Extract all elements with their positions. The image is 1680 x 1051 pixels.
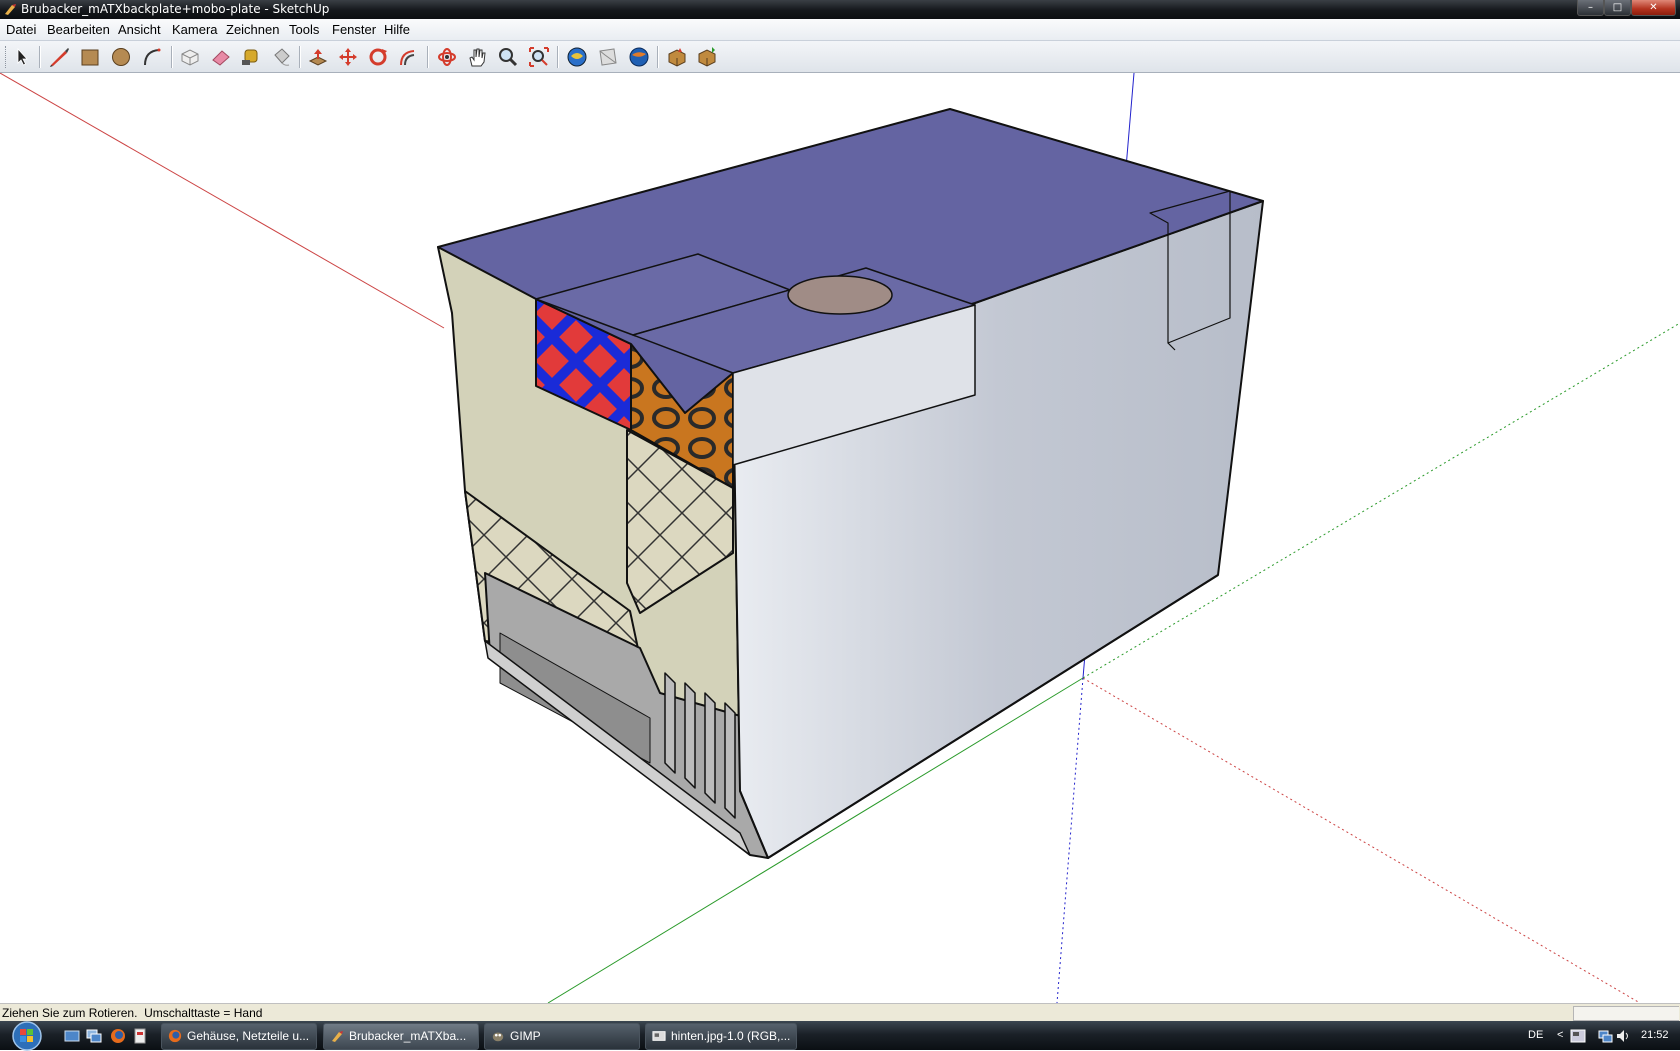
- menu-kamera[interactable]: Kamera: [172, 22, 218, 37]
- task-label: GIMP: [510, 1029, 541, 1043]
- menu-hilfe[interactable]: Hilfe: [384, 22, 410, 37]
- measurements-box[interactable]: [1573, 1006, 1679, 1021]
- toolbar-separator: [299, 46, 301, 68]
- arc-tool-icon[interactable]: [139, 44, 165, 70]
- firefox-icon: [168, 1029, 182, 1043]
- previous-view-icon[interactable]: [564, 44, 590, 70]
- tray-expand-icon[interactable]: <: [1557, 1029, 1563, 1041]
- menu-datei[interactable]: Datei: [6, 22, 36, 37]
- task-gimp-image[interactable]: hinten.jpg-1.0 (RGB,...: [645, 1023, 797, 1050]
- red-axis: [0, 73, 445, 329]
- firefox-icon[interactable]: [110, 1028, 126, 1044]
- task-firefox[interactable]: Gehäuse, Netzteile u...: [161, 1023, 317, 1050]
- zoom-extents-icon[interactable]: [526, 44, 552, 70]
- task-sketchup[interactable]: Brubacker_mATXba...: [323, 1023, 479, 1050]
- make-component-icon[interactable]: [177, 44, 203, 70]
- offset-tool-icon[interactable]: [395, 44, 421, 70]
- eraser-tool-icon[interactable]: [208, 44, 234, 70]
- language-indicator[interactable]: DE: [1528, 1029, 1543, 1041]
- system-tray: DE < 21:52: [1525, 1021, 1680, 1050]
- line-tool-icon[interactable]: [46, 44, 72, 70]
- start-button-icon[interactable]: [6, 1021, 48, 1051]
- menu-bar: Datei Bearbeiten Ansicht Kamera Zeichnen…: [0, 19, 1680, 41]
- push-pull-icon[interactable]: [305, 44, 331, 70]
- image-window-icon: [652, 1031, 666, 1041]
- toolbar-separator: [427, 46, 429, 68]
- minimize-button[interactable]: –: [1577, 0, 1604, 16]
- status-text: Ziehen Sie zum Rotieren. Umschalttaste =…: [2, 1006, 263, 1020]
- computer-case-model[interactable]: [437, 108, 1264, 859]
- toolbar-separator: [171, 46, 173, 68]
- orbit-tool-icon[interactable]: [434, 44, 460, 70]
- zoom-tool-icon[interactable]: [495, 44, 521, 70]
- tray-window-icon[interactable]: [1570, 1029, 1586, 1043]
- task-label: Gehäuse, Netzteile u...: [187, 1029, 310, 1043]
- taskbar: Gehäuse, Netzteile u... Brubacker_mATXba…: [0, 1021, 1680, 1051]
- red-axis-negative: [1082, 677, 1641, 1003]
- get-models-icon[interactable]: [664, 44, 690, 70]
- circle-tool-icon[interactable]: [108, 44, 134, 70]
- task-label: hinten.jpg-1.0 (RGB,...: [671, 1029, 791, 1043]
- drawing-viewport[interactable]: [0, 73, 1680, 1003]
- menu-tools[interactable]: Tools: [289, 22, 319, 37]
- pan-tool-icon[interactable]: [464, 44, 490, 70]
- paint-bucket-icon[interactable]: [268, 44, 294, 70]
- google-earth-icon[interactable]: [626, 44, 652, 70]
- rectangle-tool-icon[interactable]: [77, 44, 103, 70]
- toolbar-separator: [39, 46, 41, 68]
- move-tool-icon[interactable]: [335, 44, 361, 70]
- rotate-tool-icon[interactable]: [365, 44, 391, 70]
- share-model-icon[interactable]: [694, 44, 720, 70]
- clock[interactable]: 21:52: [1641, 1029, 1669, 1041]
- network-icon[interactable]: [1597, 1029, 1613, 1043]
- menu-ansicht[interactable]: Ansicht: [118, 22, 161, 37]
- gimp-icon: [492, 1032, 504, 1042]
- volume-icon[interactable]: [1616, 1029, 1630, 1043]
- window-title: Brubacker_mATXbackplate+mobo-plate - Ske…: [21, 2, 330, 16]
- maximize-button[interactable]: □: [1604, 0, 1631, 16]
- close-button[interactable]: ✕: [1631, 0, 1676, 16]
- next-view-icon[interactable]: [595, 44, 621, 70]
- menu-bearbeiten[interactable]: Bearbeiten: [47, 22, 110, 37]
- blue-axis-negative: [1056, 677, 1084, 1003]
- status-bar: Ziehen Sie zum Rotieren. Umschalttaste =…: [0, 1003, 1680, 1022]
- tape-measure-icon[interactable]: [238, 44, 264, 70]
- title-bar: Brubacker_mATXbackplate+mobo-plate - Ske…: [0, 0, 1680, 19]
- menu-zeichnen[interactable]: Zeichnen: [226, 22, 279, 37]
- switch-windows-icon[interactable]: [86, 1028, 102, 1044]
- main-toolbar: [0, 41, 1680, 73]
- model-canvas[interactable]: [0, 73, 1680, 1003]
- task-gimp[interactable]: GIMP: [484, 1023, 640, 1050]
- menu-fenster[interactable]: Fenster: [332, 22, 376, 37]
- psu-fan-hole: [787, 275, 893, 315]
- sketchup-icon: [332, 1031, 343, 1042]
- toolbar-separator: [657, 46, 659, 68]
- task-label: Brubacker_mATXba...: [349, 1029, 467, 1043]
- document-icon[interactable]: [132, 1028, 148, 1044]
- select-tool-icon[interactable]: [9, 44, 35, 70]
- show-desktop-icon[interactable]: [64, 1028, 80, 1044]
- toolbar-separator: [557, 46, 559, 68]
- sketchup-app-icon: [5, 4, 16, 15]
